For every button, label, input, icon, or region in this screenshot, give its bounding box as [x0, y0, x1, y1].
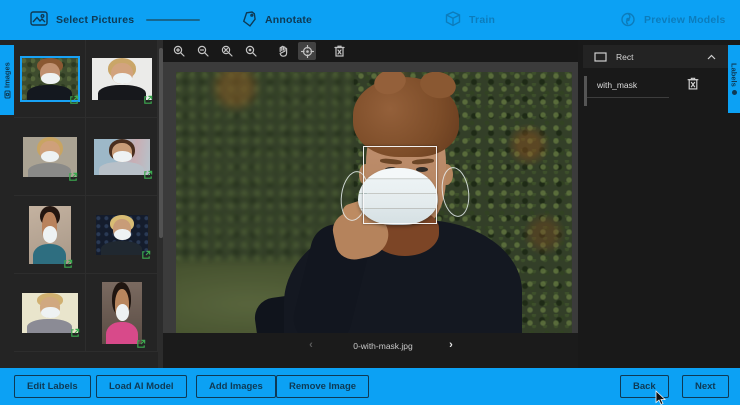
thumbnail-image[interactable]	[29, 206, 71, 264]
annotated-icon	[68, 172, 78, 182]
delete-annotation-icon[interactable]	[330, 42, 348, 60]
tab-images[interactable]: Images	[0, 45, 14, 115]
crosshair-tool-icon[interactable]	[298, 42, 316, 60]
step-train: Train	[445, 0, 495, 40]
tab-labels-label: Labels	[730, 63, 739, 87]
thumb-body	[27, 319, 72, 333]
step-label: Select Pictures	[56, 14, 134, 26]
annotated-icon	[141, 250, 151, 260]
thumbnail-grid	[14, 40, 158, 368]
annotated-icon	[63, 259, 73, 269]
label-name: with_mask	[597, 80, 637, 90]
step-select-pictures[interactable]: Select Pictures	[30, 0, 134, 40]
pan-hand-icon[interactable]	[274, 42, 292, 60]
chevron-up-icon[interactable]	[707, 54, 716, 60]
thumbnail-image[interactable]	[94, 139, 150, 175]
back-button[interactable]: Back	[620, 375, 669, 398]
thumb-mask	[113, 151, 131, 161]
thumbnail-image[interactable]	[23, 137, 77, 177]
canvas-toolbar	[163, 40, 578, 62]
thumbnail-image[interactable]	[92, 58, 152, 100]
thumb-body	[106, 322, 138, 343]
thumbnail-image[interactable]	[102, 282, 142, 344]
thumbnail-cell[interactable]	[14, 196, 86, 274]
zoom-fit-icon[interactable]	[218, 42, 236, 60]
zoom-actual-icon[interactable]	[242, 42, 260, 60]
tag-icon	[240, 11, 257, 30]
shape-group-label: Rect	[616, 52, 707, 62]
images-sidebar: Images	[0, 40, 163, 368]
thumb-body	[33, 244, 67, 264]
tab-images-label: Images	[3, 62, 12, 88]
main-image[interactable]	[176, 72, 572, 333]
thumbnail-cell[interactable]	[86, 196, 158, 274]
tab-labels[interactable]: Labels	[728, 45, 740, 113]
annotated-icon	[143, 170, 153, 180]
thumbnail-image[interactable]	[22, 58, 78, 100]
delete-label-icon[interactable]	[687, 77, 701, 91]
label-row[interactable]: with_mask	[587, 72, 669, 98]
stepper-bar: Select Pictures Annotate Train Preview M…	[0, 0, 740, 40]
remove-image-button[interactable]: Remove Image	[276, 375, 369, 398]
next-image-button[interactable]: ›	[443, 339, 459, 351]
preview-models-icon	[620, 11, 636, 30]
thumb-mask	[114, 229, 131, 240]
thumb-body	[101, 241, 143, 255]
shape-group-header[interactable]: Rect	[583, 45, 730, 68]
thumbnail-cell[interactable]	[14, 274, 86, 352]
thumbnail-image[interactable]	[96, 215, 148, 255]
thumb-body	[28, 163, 71, 177]
thumbnail-cell[interactable]	[86, 40, 158, 118]
thumb-body	[98, 85, 146, 99]
step-label: Annotate	[265, 14, 312, 26]
zoom-out-icon[interactable]	[194, 42, 212, 60]
annotated-icon	[69, 95, 79, 105]
prev-image-button[interactable]: ‹	[303, 339, 319, 351]
thumbnail-image[interactable]	[22, 293, 78, 333]
rect-shape-icon	[594, 52, 607, 62]
add-images-button[interactable]: Add Images	[196, 375, 276, 398]
step-connector	[146, 19, 200, 21]
camera-icon	[4, 90, 11, 98]
labels-panel: Rect with_mask	[583, 40, 730, 368]
next-button[interactable]: Next	[682, 375, 729, 398]
thumb-mask	[43, 226, 57, 242]
step-label: Train	[469, 14, 495, 26]
thumb-body	[27, 85, 72, 99]
thumbnail-cell[interactable]	[14, 118, 86, 196]
thumb-mask	[41, 307, 59, 318]
zoom-in-icon[interactable]	[170, 42, 188, 60]
edit-labels-button[interactable]: Edit Labels	[14, 375, 91, 398]
image-filename: 0-with-mask.jpg	[328, 341, 438, 351]
footer-bar: Edit Labels Load AI Model Add Images Rem…	[0, 368, 740, 405]
thumbnail-cell[interactable]	[86, 118, 158, 196]
cube-icon	[445, 11, 461, 30]
thumbnail-cell[interactable]	[86, 274, 158, 352]
thumb-mask	[41, 73, 59, 85]
image-nav-bar: ‹ 0-with-mask.jpg ›	[163, 333, 578, 368]
step-annotate[interactable]: Annotate	[240, 0, 312, 40]
annotated-icon	[143, 95, 153, 105]
thumb-mask	[116, 304, 129, 321]
step-label: Preview Models	[644, 14, 726, 26]
annotated-icon	[70, 328, 80, 338]
pictures-icon	[30, 11, 48, 29]
step-preview-models: Preview Models	[620, 0, 726, 40]
annotated-icon	[136, 339, 146, 349]
scrollbar-thumb[interactable]	[159, 48, 163, 238]
thumbnail-cell[interactable]	[14, 40, 86, 118]
bounding-box[interactable]	[363, 146, 437, 224]
tag-dot-icon	[732, 90, 737, 95]
load-ai-model-button[interactable]: Load AI Model	[96, 375, 187, 398]
thumb-body	[99, 162, 144, 174]
annotation-canvas: ‹ 0-with-mask.jpg ›	[163, 40, 578, 368]
